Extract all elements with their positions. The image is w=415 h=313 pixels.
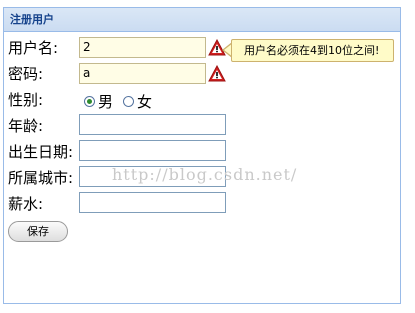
salary-field[interactable] — [79, 192, 226, 213]
city-row: 所属城市: — [8, 167, 73, 188]
gender-option-male-label[interactable]: 男 — [98, 91, 113, 112]
birthdate-row: 出生日期: — [8, 141, 73, 162]
register-user-panel: 注册用户 用户名: 2 用户名必须在4到10位之间! 密码: a 性别: 男 女… — [3, 7, 401, 304]
birthdate-label: 出生日期: — [8, 143, 74, 161]
city-label: 所属城市: — [8, 169, 74, 187]
salary-row: 薪水: — [8, 193, 43, 214]
password-label: 密码: — [8, 65, 44, 83]
gender-label: 性别: — [8, 91, 44, 109]
gender-radio-group: 男 女 — [84, 91, 162, 112]
gender-radio-male[interactable] — [84, 96, 95, 107]
age-label: 年龄: — [8, 117, 44, 135]
save-button[interactable]: 保存 — [8, 221, 68, 242]
password-field[interactable]: a — [79, 63, 206, 84]
panel-title: 注册用户 — [4, 8, 400, 32]
birthdate-field[interactable] — [79, 140, 226, 161]
watermark: http://blog.csdn.net/ — [112, 165, 298, 184]
salary-label: 薪水: — [8, 195, 44, 213]
warning-icon — [208, 65, 226, 82]
age-field[interactable] — [79, 114, 226, 135]
username-field[interactable]: 2 — [79, 37, 206, 58]
gender-row: 性别: — [8, 89, 43, 110]
username-error-tooltip: 用户名必须在4到10位之间! — [231, 39, 394, 62]
username-row: 用户名: — [8, 37, 58, 58]
username-label: 用户名: — [8, 39, 59, 57]
gender-option-female-label[interactable]: 女 — [137, 91, 152, 112]
age-row: 年龄: — [8, 115, 43, 136]
password-row: 密码: — [8, 63, 43, 84]
gender-radio-female[interactable] — [123, 96, 135, 107]
